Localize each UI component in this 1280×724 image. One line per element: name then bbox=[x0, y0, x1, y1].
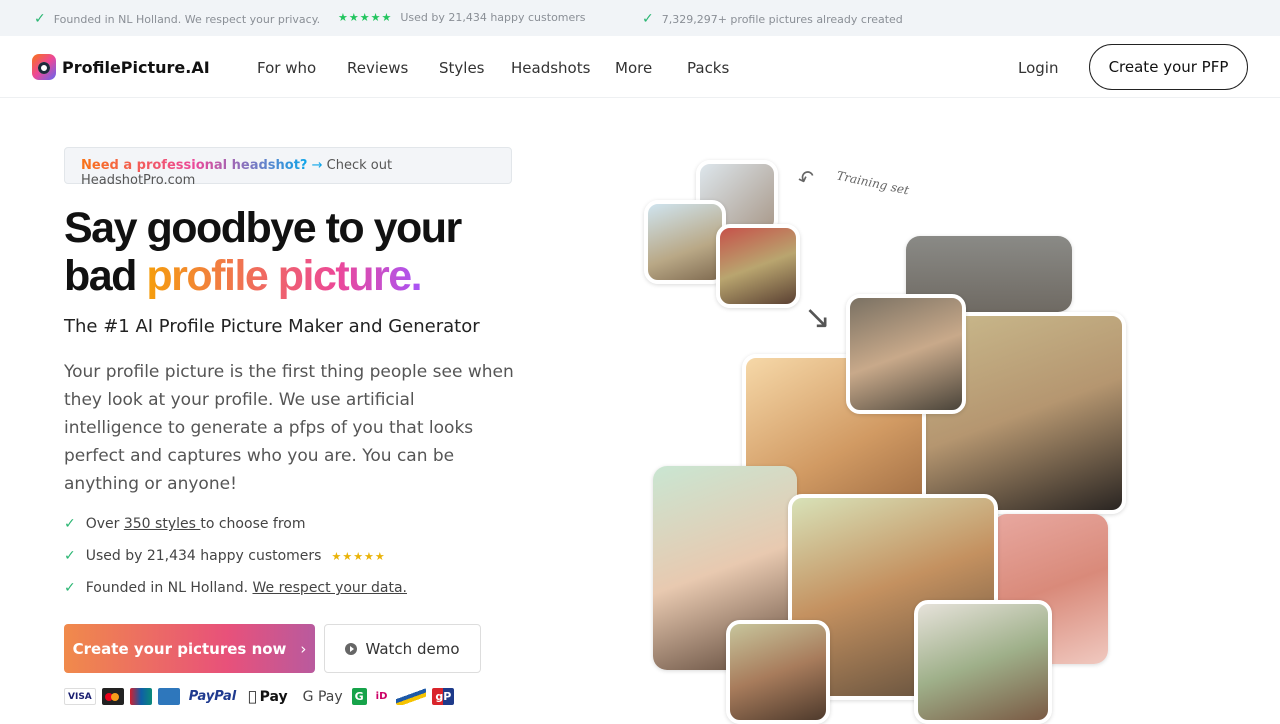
privacy-link[interactable]: We respect your data. bbox=[252, 580, 407, 596]
founded-notice: ✓ Founded in NL Holland. We respect your … bbox=[34, 11, 320, 27]
visa-icon: VISA bbox=[64, 688, 96, 705]
curved-arrow-icon: ↶ bbox=[794, 163, 819, 193]
nav-packs[interactable]: Packs bbox=[687, 59, 729, 77]
nav-for-who[interactable]: For who bbox=[257, 59, 316, 77]
generated-photo bbox=[914, 600, 1052, 724]
headshot-promo-banner[interactable]: Need a professional headshot? → Check ou… bbox=[64, 147, 512, 188]
promo-highlight: Need a professional headshot? bbox=[81, 158, 308, 173]
feature-founded: ✓ Founded in NL Holland. We respect your … bbox=[64, 580, 407, 596]
customers-text: Used by 21,434 happy customers bbox=[400, 11, 586, 24]
training-photo bbox=[716, 224, 800, 308]
google-pay-icon: G Pay bbox=[294, 688, 343, 705]
styles-link[interactable]: 350 styles bbox=[124, 516, 201, 532]
brand-name: ProfilePicture.AI bbox=[62, 57, 210, 77]
created-notice: ✓ 7,329,297+ profile pictures already cre… bbox=[642, 11, 903, 27]
nav-reviews[interactable]: Reviews bbox=[347, 59, 408, 77]
login-link[interactable]: Login bbox=[1018, 59, 1058, 77]
arrow-right-icon: → bbox=[311, 158, 323, 173]
hero-description: Your profile picture is the first thing … bbox=[64, 362, 514, 494]
training-set-label: Training set bbox=[835, 168, 911, 198]
mastercard-icon bbox=[101, 688, 124, 705]
unionpay-icon bbox=[129, 688, 152, 705]
payment-methods: VISA PayPal Pay G Pay G iD gP bbox=[64, 688, 455, 705]
arrow-down-right-icon: ↘ bbox=[804, 298, 831, 336]
amex-icon bbox=[157, 688, 180, 705]
check-icon: ✓ bbox=[64, 580, 76, 596]
watch-demo-button[interactable]: Watch demo bbox=[324, 624, 481, 673]
page-title: Say goodbye to your bad profile picture. bbox=[64, 204, 462, 300]
check-icon: ✓ bbox=[64, 516, 76, 532]
created-text: 7,329,297+ profile pictures already crea… bbox=[661, 12, 903, 26]
apple-pay-icon: Pay bbox=[248, 688, 287, 705]
check-icon: ✓ bbox=[642, 11, 654, 27]
feature-customers: ✓ Used by 21,434 happy customers ★★★★★ bbox=[64, 548, 386, 564]
g-icon: G bbox=[351, 688, 367, 705]
paypal-icon: PayPal bbox=[188, 689, 237, 704]
play-icon bbox=[345, 642, 358, 655]
create-pictures-button[interactable]: Create your pictures now › bbox=[64, 624, 315, 673]
giropay-icon: gP bbox=[432, 688, 455, 705]
founded-text: Founded in NL Holland. We respect your p… bbox=[53, 12, 321, 26]
nav-headshots[interactable]: Headshots bbox=[511, 59, 590, 77]
check-icon: ✓ bbox=[64, 548, 76, 564]
generated-photo bbox=[846, 294, 966, 414]
top-info-bar: ✓ Founded in NL Holland. We respect your … bbox=[0, 0, 1280, 36]
brand-logo[interactable]: ProfilePicture.AI bbox=[32, 54, 210, 80]
chevron-right-icon: › bbox=[300, 639, 307, 658]
nav-styles[interactable]: Styles bbox=[439, 59, 485, 77]
ideal-icon: iD bbox=[367, 691, 388, 702]
camera-logo-icon bbox=[32, 54, 56, 80]
page-subtitle: The #1 AI Profile Picture Maker and Gene… bbox=[64, 316, 480, 337]
nav-more[interactable]: More bbox=[615, 59, 652, 77]
customers-notice: ★★★★★ Used by 21,434 happy customers bbox=[338, 11, 586, 24]
check-icon: ✓ bbox=[34, 11, 46, 27]
bancontact-icon bbox=[396, 688, 427, 705]
training-photo bbox=[644, 200, 726, 284]
main-nav: ProfilePicture.AI For who Reviews Styles… bbox=[0, 36, 1280, 98]
rating-stars-icon: ★★★★★ bbox=[331, 549, 386, 563]
generated-photo bbox=[726, 620, 830, 724]
stars-icon: ★★★★★ bbox=[338, 11, 393, 24]
feature-styles: ✓ Over 350 styles to choose from bbox=[64, 516, 306, 532]
create-pfp-button[interactable]: Create your PFP bbox=[1089, 44, 1248, 90]
